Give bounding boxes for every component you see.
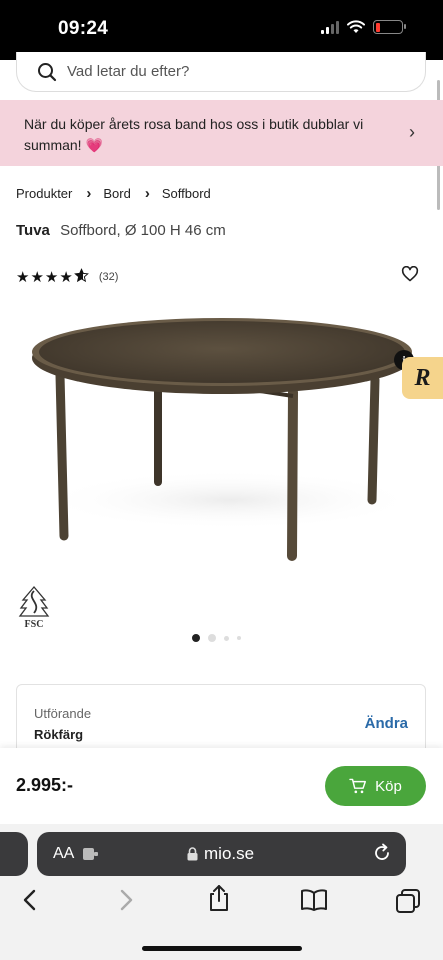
product-brand: Tuva — [16, 222, 50, 239]
reload-icon[interactable] — [372, 843, 392, 863]
half-star-icon — [73, 268, 89, 283]
breadcrumb-item-bord[interactable]: Bord — [103, 186, 130, 201]
bookmarks-icon[interactable] — [300, 888, 328, 912]
status-icons — [321, 20, 406, 34]
address-bar[interactable]: AA mio.se — [37, 832, 406, 876]
chevron-right-icon: › — [409, 122, 415, 142]
variant-value: Rökfärg — [34, 727, 84, 742]
cart-icon — [349, 778, 367, 794]
wifi-icon — [347, 20, 365, 33]
status-bar: 09:24 — [0, 0, 443, 60]
breadcrumb-item-soffbord[interactable]: Soffbord — [162, 186, 211, 201]
change-variant-link[interactable]: Ändra — [365, 715, 408, 732]
chevron-right-icon: › — [86, 185, 92, 202]
search-icon — [38, 62, 57, 81]
star-icon: ★ — [30, 269, 44, 286]
lock-icon — [187, 847, 198, 861]
browser-chrome: AA mio.se — [0, 824, 443, 960]
promo-banner[interactable]: När du köper årets rosa band hos oss i b… — [0, 100, 443, 166]
heart-icon[interactable] — [401, 266, 419, 282]
breadcrumb: Produkter › Bord › Soffbord — [16, 185, 211, 202]
rating-stars: ★ ★ ★ ★ — [16, 268, 89, 286]
fsc-logo: FSC — [18, 585, 50, 629]
search-bar[interactable] — [16, 52, 426, 92]
url-display[interactable]: mio.se — [187, 844, 254, 864]
reader-settings-button[interactable]: AA — [53, 845, 74, 863]
buy-bar: 2.995:- Köp — [0, 748, 443, 824]
share-icon[interactable] — [207, 884, 231, 912]
product-price: 2.995:- — [16, 775, 74, 795]
buy-button[interactable]: Köp — [325, 766, 426, 806]
status-time: 09:24 — [58, 18, 109, 39]
forward-icon[interactable] — [116, 888, 136, 912]
promo-text: När du köper årets rosa band hos oss i b… — [24, 116, 364, 153]
product-rating[interactable]: ★ ★ ★ ★ (32) — [16, 268, 118, 286]
home-indicator — [142, 946, 302, 951]
search-input[interactable] — [67, 63, 387, 80]
review-count: (32) — [98, 271, 119, 283]
previous-tab-preview[interactable] — [0, 832, 28, 876]
product-image[interactable] — [0, 300, 443, 580]
star-icon: ★ — [44, 269, 59, 286]
image-carousel-dots[interactable] — [192, 634, 241, 642]
carousel-dot[interactable] — [224, 635, 229, 641]
svg-text:FSC: FSC — [25, 619, 44, 629]
back-icon[interactable] — [20, 888, 40, 912]
url-text: mio.se — [204, 844, 255, 863]
review-widget-button[interactable]: R — [402, 357, 443, 399]
buy-button-label: Köp — [375, 777, 402, 795]
carousel-dot[interactable] — [208, 634, 216, 642]
carousel-dot[interactable] — [237, 636, 241, 640]
extension-icon[interactable] — [83, 848, 99, 860]
browser-toolbar — [0, 884, 443, 922]
breadcrumb-item-produkter[interactable]: Produkter — [16, 186, 72, 201]
product-title: Tuva Soffbord, Ø 100 H 46 cm — [16, 222, 226, 239]
cellular-signal-icon — [321, 20, 339, 34]
product-description: Soffbord, Ø 100 H 46 cm — [60, 222, 226, 239]
battery-icon — [373, 20, 406, 34]
tabs-icon[interactable] — [395, 888, 421, 914]
variant-label: Utförande — [34, 706, 92, 721]
chevron-right-icon: › — [144, 185, 150, 202]
carousel-dot[interactable] — [192, 634, 200, 642]
star-icon: ★ — [59, 269, 73, 286]
star-icon: ★ — [16, 269, 30, 286]
